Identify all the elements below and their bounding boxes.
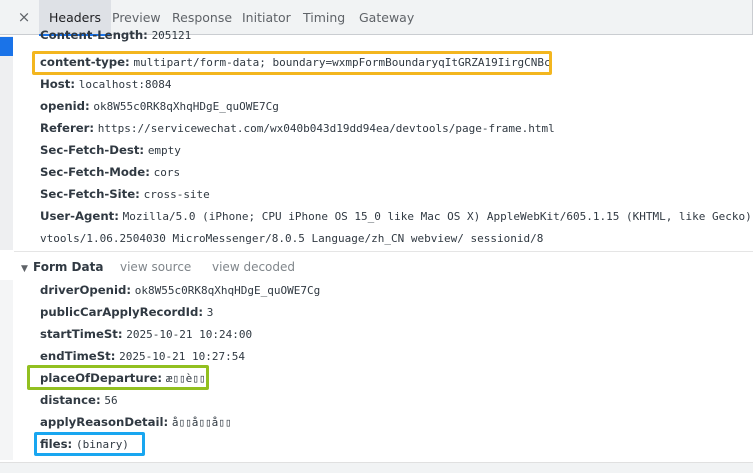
highlight-box-files bbox=[34, 432, 145, 456]
request-list-edge bbox=[0, 36, 13, 250]
header-row-user-agent-wrap: vtools/1.06.2504030 MicroMessenger/8.0.5… bbox=[40, 232, 544, 245]
form-row-distance: distance: 56 bbox=[40, 393, 118, 407]
form-data-section-header[interactable]: ▼ Form Data view source view decoded bbox=[21, 257, 295, 279]
selected-request-marker[interactable] bbox=[0, 37, 13, 56]
header-row-user-agent: User-Agent: Mozilla/5.0 (iPhone; CPU iPh… bbox=[40, 209, 753, 223]
form-row-start-time: startTimeSt: 2025-10-21 10:24:00 bbox=[40, 327, 253, 341]
header-row-openid: openid: ok8W55c0RK8qXhqHDgE_quOWE7Cg bbox=[40, 99, 279, 113]
highlight-box-content-type bbox=[32, 51, 552, 75]
header-row-host: Host: localhost:8084 bbox=[40, 77, 172, 91]
view-source-link[interactable]: view source bbox=[120, 257, 191, 277]
tab-gateway[interactable]: Gateway bbox=[359, 0, 414, 35]
section-divider bbox=[14, 251, 753, 252]
devtools-network-panel: × Headers Preview Response Initiator Tim… bbox=[0, 0, 753, 473]
form-row-driver-openid: driverOpenid: ok8W55c0RK8qXhqHDgE_quOWE7… bbox=[40, 283, 321, 297]
view-decoded-link[interactable]: view decoded bbox=[212, 257, 295, 277]
header-row-referer: Referer: https://servicewechat.com/wx040… bbox=[40, 121, 555, 135]
header-row-sec-fetch-mode: Sec-Fetch-Mode: cors bbox=[40, 165, 181, 179]
form-data-title: Form Data bbox=[33, 260, 104, 274]
close-icon[interactable]: × bbox=[16, 9, 32, 25]
form-row-apply-reason-detail: applyReasonDetail: å▯▯å▯▯å▯▯ bbox=[40, 415, 232, 429]
bottom-scroll-edge bbox=[0, 462, 753, 473]
header-row-sec-fetch-dest: Sec-Fetch-Dest: empty bbox=[40, 143, 181, 157]
request-list-edge-lower bbox=[0, 280, 13, 460]
form-row-public-car-apply-record-id: publicCarApplyRecordId: 3 bbox=[40, 305, 214, 319]
header-row-content-length: Content-Length: 205121 bbox=[40, 29, 192, 42]
triangle-down-icon[interactable]: ▼ bbox=[21, 259, 33, 279]
tab-timing[interactable]: Timing bbox=[303, 0, 345, 35]
form-row-end-time: endTimeSt: 2025-10-21 10:27:54 bbox=[40, 349, 245, 363]
header-row-sec-fetch-site: Sec-Fetch-Site: cross-site bbox=[40, 187, 210, 201]
highlight-box-place-of-departure bbox=[27, 365, 209, 390]
tab-initiator[interactable]: Initiator bbox=[242, 0, 291, 35]
